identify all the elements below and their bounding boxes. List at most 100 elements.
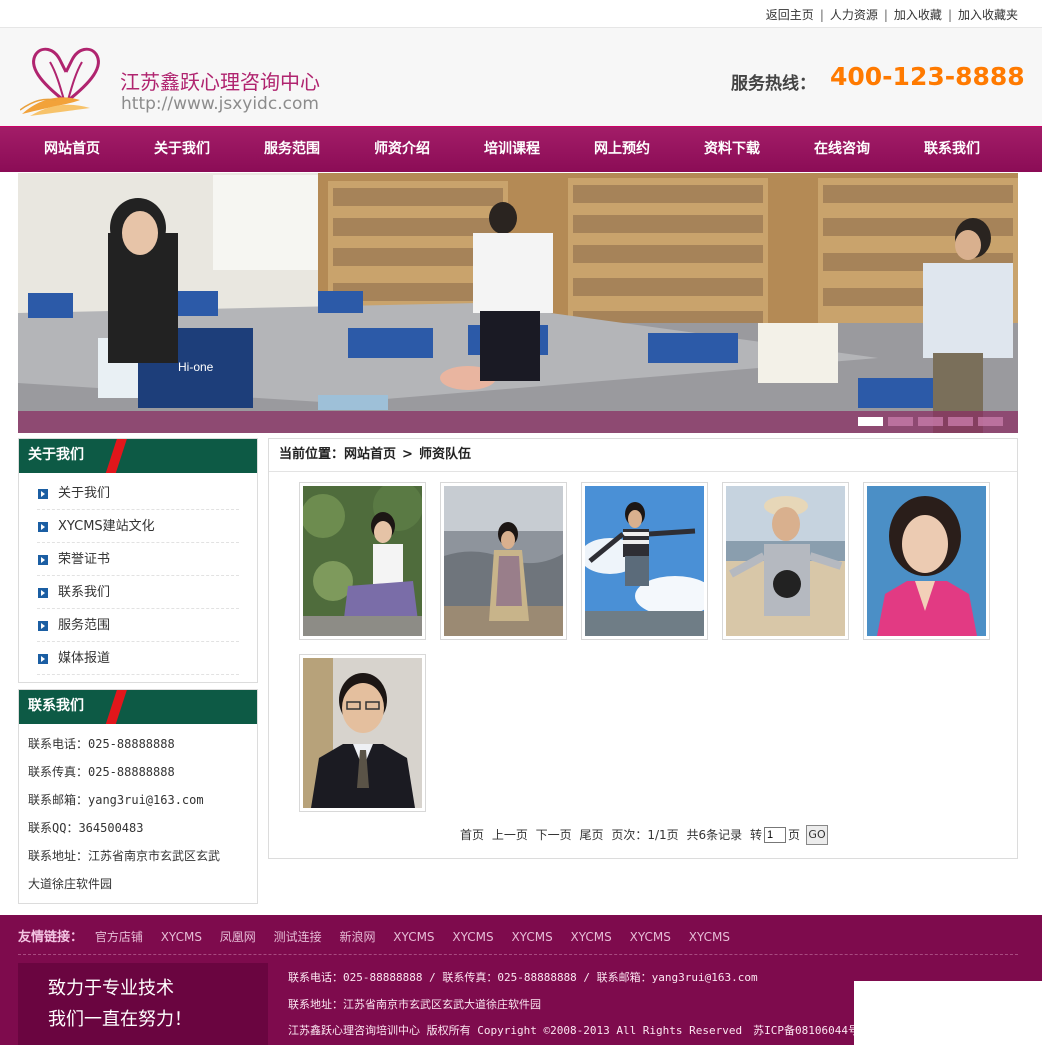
banner-dot-5[interactable] — [978, 417, 1003, 426]
teacher-photo-1 — [301, 481, 423, 636]
about-item-culture[interactable]: XYCMS建站文化 — [37, 510, 239, 543]
footer-address-line: 联系地址：江苏省南京市玄武区玄武大道徐庄软件园 — [288, 997, 541, 1011]
pager-last[interactable]: 尾页 — [580, 828, 604, 842]
contact-details: 联系电话：025-88888888 联系传真：025-88888888 联系邮箱… — [19, 724, 257, 898]
pager-goto-label: 转 — [749, 827, 762, 842]
friend-link[interactable]: 官方店铺 — [95, 930, 143, 944]
pager-next[interactable]: 下一页 — [536, 828, 572, 842]
site-title: 江苏鑫跃心理咨询中心 — [120, 70, 320, 94]
link-bookmark[interactable]: 加入收藏 — [894, 8, 942, 22]
slogan-line-2: 我们一直在努力！ — [48, 1009, 192, 1030]
about-item-label: XYCMS建站文化 — [58, 519, 155, 534]
link-favorites[interactable]: 加入收藏夹 — [958, 8, 1018, 22]
about-item-label: 服务范围 — [58, 618, 111, 633]
pager-records: 共6条记录 — [686, 827, 743, 842]
footer-contact-line: 联系电话：025-88888888 / 联系传真：025-88888888 / … — [288, 971, 758, 984]
banner-dot-1[interactable] — [858, 417, 883, 426]
teacher-thumb[interactable] — [299, 481, 426, 640]
pager-page-info: 页次：1/1页 — [611, 827, 679, 842]
teacher-thumb[interactable] — [440, 482, 567, 640]
contact-phone: 联系电话：025-88888888 — [28, 737, 175, 751]
about-item-honors[interactable]: 荣誉证书 — [37, 543, 239, 576]
teacher-thumb[interactable] — [722, 482, 849, 640]
about-item-label: 媒体报道 — [58, 651, 111, 666]
blank-overlay — [854, 981, 1042, 1045]
nav-about[interactable]: 关于我们 — [127, 127, 237, 173]
nav-services[interactable]: 服务范围 — [237, 127, 347, 173]
arrow-right-icon — [38, 588, 48, 598]
contact-address-cont: 大道徐庄软件园 — [28, 877, 113, 891]
banner-photo: Hi-one — [18, 173, 1018, 433]
arrow-right-icon — [38, 555, 48, 565]
about-item-label: 荣誉证书 — [58, 552, 111, 567]
arrow-right-icon — [38, 522, 48, 532]
teacher-thumb[interactable] — [863, 482, 990, 640]
nav-teachers[interactable]: 师资介绍 — [347, 127, 457, 173]
logo-icon[interactable] — [20, 42, 112, 118]
about-item-label: 联系我们 — [58, 585, 111, 600]
svg-text:Hi-one: Hi-one — [178, 360, 214, 374]
friend-link[interactable]: 凤凰网 — [220, 930, 256, 944]
contact-address: 联系地址：江苏省南京市玄武区玄武 — [28, 849, 221, 863]
contact-qq: 联系QQ：364500483 — [28, 821, 144, 835]
friend-link[interactable]: XYCMS — [689, 930, 730, 944]
teacher-photo-4 — [726, 486, 845, 636]
banner-dot-3[interactable] — [918, 417, 943, 426]
breadcrumb-home[interactable]: 网站首页 — [344, 447, 396, 462]
about-box: 关于我们 关于我们 XYCMS建站文化 荣誉证书 联系我们 服务范围 媒体报道 — [18, 438, 258, 683]
pager-first[interactable]: 首页 — [460, 828, 484, 842]
about-item-media[interactable]: 媒体报道 — [37, 642, 239, 675]
friend-link[interactable]: 新浪网 — [339, 930, 375, 944]
about-item-about[interactable]: 关于我们 — [37, 477, 239, 510]
link-hr[interactable]: 人力资源 — [830, 8, 878, 22]
breadcrumb: 当前位置：网站首页 > 师资队伍 — [269, 439, 1017, 472]
teacher-thumb[interactable] — [299, 654, 426, 812]
arrow-right-icon — [38, 489, 48, 499]
teacher-thumb[interactable] — [580, 482, 715, 640]
nav-contact[interactable]: 联系我们 — [897, 127, 1007, 173]
friend-link[interactable]: XYCMS — [571, 930, 612, 944]
nav-courses[interactable]: 培训课程 — [457, 127, 567, 173]
contact-email: 联系邮箱：yang3rui@163.com — [28, 793, 204, 807]
friend-link[interactable]: XYCMS — [511, 930, 552, 944]
teacher-photo-3 — [580, 486, 715, 636]
top-links: 返回主页 | 人力资源 | 加入收藏 | 加入收藏夹 — [765, 8, 1018, 22]
friend-links: 友情链接： 官方店铺 XYCMS 凤凰网 测试连接 新浪网 XYCMS XYCM… — [18, 923, 1018, 955]
about-box-title: 关于我们 — [28, 447, 84, 463]
footer-info: 联系电话：025-88888888 / 联系传真：025-88888888 / … — [288, 965, 859, 1045]
nav-home[interactable]: 网站首页 — [17, 127, 127, 173]
teacher-photo-6 — [303, 658, 422, 808]
about-box-header: 关于我们 — [19, 439, 257, 473]
teacher-photo-2 — [444, 486, 563, 636]
banner-dot-2[interactable] — [888, 417, 913, 426]
site-url: http://www.jsxyidc.com — [121, 94, 319, 114]
banner-slideshow[interactable]: Hi-one — [18, 173, 1018, 433]
friend-link[interactable]: XYCMS — [161, 930, 202, 944]
pager-prev[interactable]: 上一页 — [492, 828, 528, 842]
breadcrumb-prefix: 当前位置： — [279, 447, 345, 462]
footer-copyright-line: 江苏鑫跃心理咨询培训中心 版权所有 Copyright ©2008-2013 A… — [288, 1024, 859, 1037]
link-home[interactable]: 返回主页 — [766, 8, 814, 22]
contact-fax: 联系传真：025-88888888 — [28, 765, 175, 779]
slogan-line-1: 致力于专业技术 — [48, 978, 174, 999]
friend-link[interactable]: 测试连接 — [274, 930, 322, 944]
pagination: 首页 上一页 下一页 尾页 页次：1/1页 共6条记录 转 页 GO — [269, 825, 1019, 845]
nav-downloads[interactable]: 资料下载 — [677, 127, 787, 173]
nav-consult[interactable]: 在线咨询 — [787, 127, 897, 173]
pager-go-button[interactable]: GO — [806, 825, 829, 845]
about-item-contact[interactable]: 联系我们 — [37, 576, 239, 609]
nav-booking[interactable]: 网上预约 — [567, 127, 677, 173]
friend-link[interactable]: XYCMS — [393, 930, 434, 944]
arrow-right-icon — [38, 654, 48, 664]
teacher-photo-5 — [867, 486, 986, 636]
friend-link[interactable]: XYCMS — [452, 930, 493, 944]
pager-page-unit: 页 — [788, 827, 801, 842]
banner-dot-4[interactable] — [948, 417, 973, 426]
friend-link[interactable]: XYCMS — [630, 930, 671, 944]
about-item-services[interactable]: 服务范围 — [37, 609, 239, 642]
breadcrumb-separator: > — [402, 447, 413, 462]
pager-page-input[interactable] — [764, 827, 786, 843]
banner-pager — [858, 417, 1008, 429]
footer-slogan: 致力于专业技术 我们一直在努力！ — [18, 963, 268, 1045]
about-list: 关于我们 XYCMS建站文化 荣誉证书 联系我们 服务范围 媒体报道 — [19, 473, 257, 675]
